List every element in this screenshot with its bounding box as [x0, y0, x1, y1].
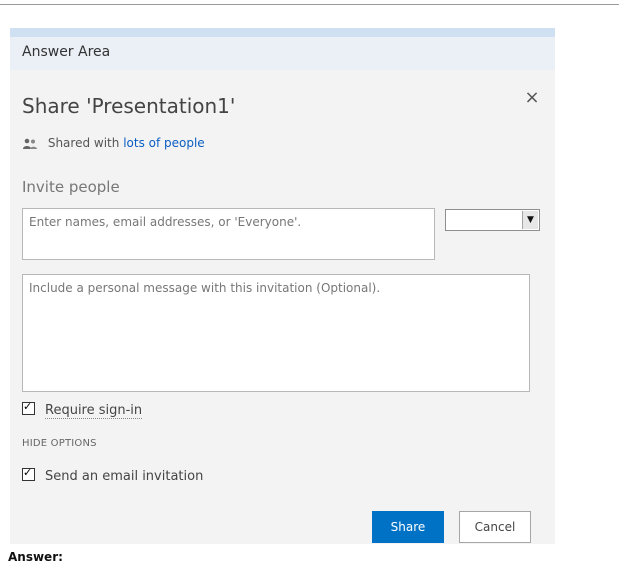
- require-signin-label[interactable]: Require sign-in: [45, 403, 143, 419]
- shared-with-link[interactable]: lots of people: [123, 136, 205, 150]
- invite-names-input[interactable]: Enter names, email addresses, or 'Everyo…: [22, 208, 435, 260]
- chevron-down-icon[interactable]: ▼: [522, 211, 538, 229]
- hide-options-link[interactable]: HIDE OPTIONS: [22, 438, 97, 449]
- close-icon[interactable]: ×: [524, 89, 540, 107]
- share-button[interactable]: Share: [372, 511, 444, 543]
- answer-panel: Answer Area Share 'Presentation1' × Shar…: [10, 28, 555, 544]
- invite-names-placeholder: Enter names, email addresses, or 'Everyo…: [29, 215, 302, 229]
- answer-label: Answer:: [8, 550, 63, 564]
- send-email-label[interactable]: Send an email invitation: [45, 469, 203, 484]
- permission-select[interactable]: ▼: [445, 209, 540, 231]
- dialog-title: Share 'Presentation1': [22, 94, 236, 118]
- require-signin-row: ✓ Require sign-in: [22, 400, 143, 419]
- shared-with-row: Shared with lots of people: [22, 136, 205, 150]
- checkmark-icon: ✓: [23, 400, 33, 413]
- send-email-row: ✓ Send an email invitation: [22, 466, 203, 484]
- checkmark-icon: ✓: [23, 466, 33, 479]
- answer-area-header: Answer Area: [10, 28, 555, 70]
- share-dialog: Share 'Presentation1' × Shared with lots…: [10, 70, 555, 544]
- answer-area-accent-strip: [10, 28, 555, 37]
- top-divider: [0, 4, 619, 5]
- send-email-checkbox[interactable]: ✓: [22, 466, 35, 481]
- personal-message-input[interactable]: Include a personal message with this inv…: [22, 274, 530, 392]
- require-signin-checkbox[interactable]: ✓: [22, 400, 35, 415]
- people-icon: [22, 138, 38, 150]
- answer-area-title: Answer Area: [22, 44, 111, 60]
- shared-with-text: Shared with: [47, 136, 120, 150]
- cancel-button[interactable]: Cancel: [459, 511, 531, 543]
- invite-people-label: Invite people: [22, 178, 120, 196]
- personal-message-placeholder: Include a personal message with this inv…: [29, 281, 381, 295]
